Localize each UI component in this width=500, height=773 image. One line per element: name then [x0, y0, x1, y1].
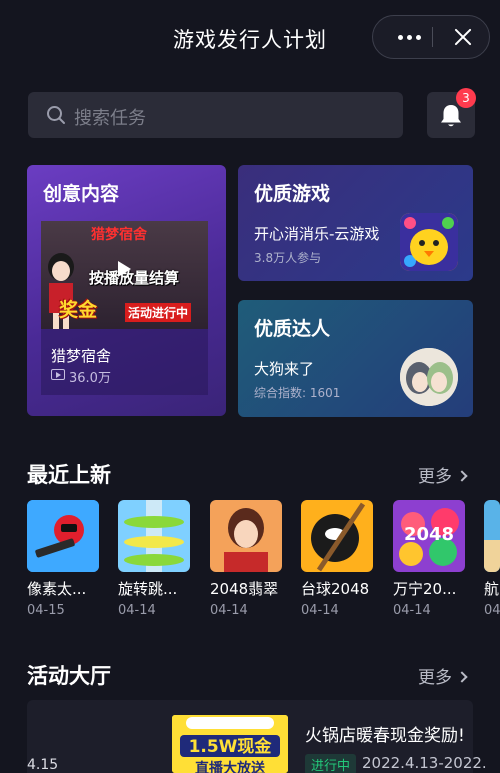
game-tile-name: 台球2048 — [301, 580, 370, 598]
activity-date: 4.15 — [27, 757, 59, 773]
game-tile-date: 04 — [484, 603, 500, 618]
game-tile-name: 像素太... — [27, 580, 87, 598]
game-tile-date: 04-14 — [118, 603, 156, 618]
game-tile-date: 04-15 — [27, 603, 65, 618]
game-tile-name: 2048翡翠 — [210, 580, 279, 598]
avatar — [400, 348, 458, 406]
game-tile-icon[interactable] — [484, 500, 500, 572]
search-icon — [47, 106, 65, 124]
video-play-count-icon — [51, 369, 65, 380]
chevron-right-icon — [456, 470, 468, 482]
video-overlay-status: 活动进行中 — [125, 303, 192, 322]
quality-game-card[interactable]: 优质游戏 开心消消乐-云游戏 3.8万人参与 — [238, 165, 473, 281]
search-placeholder: 搜索任务 — [74, 108, 146, 129]
play-icon[interactable] — [118, 261, 131, 277]
bell-icon — [441, 105, 461, 127]
quality-talent-card[interactable]: 优质达人 大狗来了 综合指数: 1601 — [238, 300, 473, 417]
game-tile-icon[interactable]: 2048 — [393, 500, 465, 572]
poster-subline: 直播大放送 — [195, 760, 266, 773]
game-name: 开心消消乐-云游戏 — [254, 225, 380, 243]
activity-title: 火锅店暖春现金奖励! — [305, 726, 465, 746]
creative-content-card[interactable]: 创意内容 猎梦宿舍 按播放量结算 奖金 活动进行中 猎梦宿舍 36.0万 — [27, 165, 226, 416]
activity-poster[interactable]: 1.5W现金 直播大放送 — [172, 715, 288, 773]
video-title: 猎梦宿舍 — [51, 347, 112, 365]
recent-more-link[interactable]: 更多 — [418, 462, 468, 487]
svg-text:2048: 2048 — [404, 524, 454, 545]
game-tile-icon[interactable] — [27, 500, 99, 572]
status-badge: 进行中 — [305, 754, 357, 773]
talent-name: 大狗来了 — [254, 360, 315, 378]
video-overlay-text: 按播放量结算 — [89, 269, 180, 287]
game-tile-name: 航 — [484, 580, 500, 598]
game-participants: 3.8万人参与 — [254, 251, 322, 265]
game-tile-icon[interactable] — [118, 500, 190, 572]
activity-more-link[interactable]: 更多 — [418, 663, 468, 688]
activity-section-title: 活动大厅 — [27, 664, 111, 688]
top-bar: 游戏发行人计划 — [0, 0, 500, 70]
video-overlay-prize: 奖金 — [59, 299, 98, 321]
game-tile-icon[interactable] — [301, 500, 373, 572]
game-tile-date: 04-14 — [210, 603, 248, 618]
more-dots-icon[interactable] — [385, 16, 433, 58]
video-thumbnail[interactable]: 猎梦宿舍 按播放量结算 奖金 活动进行中 — [41, 221, 208, 329]
game-tile-icon[interactable] — [210, 500, 282, 572]
video-overlay-title: 猎梦宿舍 — [91, 227, 147, 243]
poster-headline: 1.5W现金 — [189, 736, 273, 757]
game-icon — [400, 213, 458, 271]
notification-badge: 3 — [456, 88, 476, 108]
card-title: 优质游戏 — [254, 183, 331, 205]
card-title: 优质达人 — [254, 318, 331, 340]
chevron-right-icon — [456, 671, 468, 683]
game-tile-name: 旋转跳... — [118, 580, 178, 598]
game-tile-date: 04-14 — [301, 603, 339, 618]
more-label: 更多 — [418, 668, 452, 688]
video-view-count: 36.0万 — [69, 371, 111, 386]
card-title: 创意内容 — [43, 183, 120, 205]
game-tile-date: 04-14 — [393, 603, 431, 618]
talent-score: 综合指数: 1601 — [254, 386, 341, 400]
game-tile-name: 万宁20... — [393, 580, 457, 598]
search-input[interactable]: 搜索任务 — [28, 92, 403, 138]
capsule-divider — [432, 27, 433, 47]
activity-date-range: 2022.4.13-2022. — [362, 754, 487, 772]
more-label: 更多 — [418, 467, 452, 487]
close-icon[interactable] — [443, 16, 483, 58]
mini-program-capsule — [372, 15, 490, 59]
recent-section-title: 最近上新 — [27, 463, 111, 487]
